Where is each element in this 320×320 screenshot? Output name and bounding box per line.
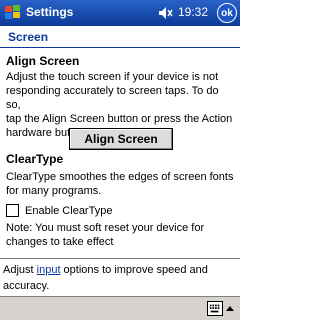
enable-cleartype-row[interactable]: Enable ClearType (6, 203, 112, 218)
footer-line2: accuracy. (3, 280, 50, 292)
windows-flag-icon[interactable] (4, 4, 22, 22)
title-bar: Settings 19:32 ok (0, 0, 240, 26)
speaker-icon[interactable] (158, 6, 174, 20)
keyboard-icon[interactable] (207, 301, 223, 316)
align-screen-button[interactable]: Align Screen (69, 128, 173, 150)
note-line: Note: You must soft reset your device fo… (6, 222, 205, 234)
sip-arrow-icon[interactable] (226, 306, 234, 311)
description-line: for many programs. (6, 185, 102, 197)
description-line: tap the Align Screen button or press the… (6, 113, 233, 125)
page-title: Screen (0, 26, 240, 48)
note-line: changes to take effect (6, 236, 114, 248)
footer-suffix: options to improve speed and (60, 264, 208, 276)
description-line: Adjust the touch screen if your device i… (6, 71, 219, 83)
app-title: Settings (26, 5, 74, 19)
align-screen-heading: Align Screen (6, 54, 80, 68)
screen-settings-content: Align Screen Adjust the touch screen if … (0, 48, 240, 260)
ok-button[interactable]: ok (217, 3, 237, 23)
input-options-link[interactable]: input (37, 264, 61, 276)
menu-bar (0, 296, 240, 320)
description-line: ClearType smoothes the edges of screen f… (6, 171, 234, 183)
footer-hint: Adjust input options to improve speed an… (3, 262, 237, 294)
clock[interactable]: 19:32 (178, 5, 208, 19)
enable-cleartype-label[interactable]: Enable ClearType (25, 205, 112, 217)
footer-prefix: Adjust (3, 264, 37, 276)
description-line: responding accurately to screen taps. To… (6, 85, 219, 111)
cleartype-heading: ClearType (6, 152, 64, 166)
enable-cleartype-checkbox[interactable] (6, 204, 19, 217)
cleartype-description: ClearType smoothes the edges of screen f… (6, 170, 236, 198)
footer-divider (0, 258, 240, 259)
soft-reset-note: Note: You must soft reset your device fo… (6, 221, 236, 249)
